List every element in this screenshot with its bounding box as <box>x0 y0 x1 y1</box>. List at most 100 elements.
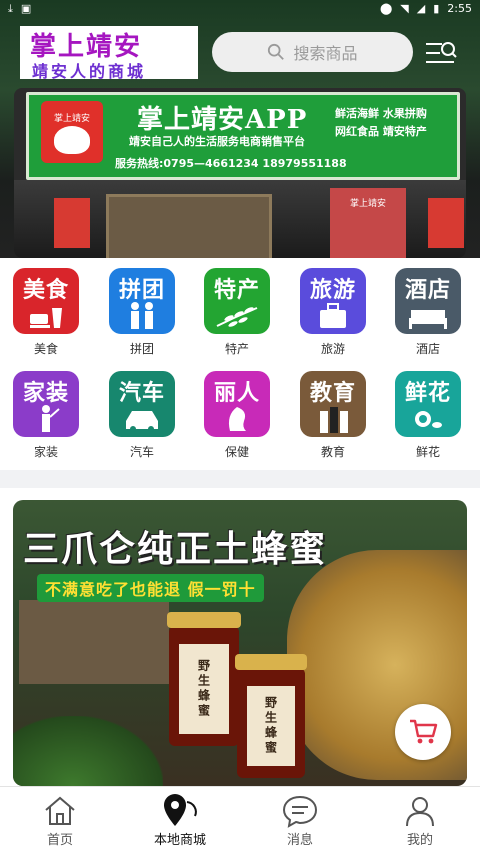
sign-phone: 服务热线:0795—4661234 18979551188 <box>115 157 347 170</box>
category-health[interactable]: 丽人 保健 <box>199 371 275 460</box>
category-tile: 教育 <box>300 371 366 437</box>
tab-label: 本地商城 <box>153 833 206 848</box>
section-divider <box>0 470 480 488</box>
category-label: 拼团 <box>129 342 154 356</box>
status-bar: ⤓ ▣ ⬤ ◥ ◢ ▮ 2:55 <box>0 0 480 18</box>
category-label: 特产 <box>224 342 249 356</box>
category-tile: 丽人 <box>204 371 270 437</box>
category-tile: 特产 <box>204 268 270 334</box>
category-tile-text: 鲜花 <box>404 381 451 406</box>
sign-tags: 鲜活海鲜 水果拼购 网红食品 靖安特产 <box>335 105 447 141</box>
jar-label: 野生蜂蜜 <box>179 644 229 734</box>
category-specialty[interactable]: 特产 特产 <box>199 268 275 357</box>
food-icon <box>13 304 79 330</box>
bed-icon <box>395 304 461 330</box>
signal-icon: ◢ <box>416 2 426 15</box>
category-label: 鲜花 <box>415 445 440 459</box>
category-grid: 美食 美食 拼团 拼团 特产 特产 旅游 旅游 酒店 酒店 家装 家装 汽车 汽… <box>0 258 480 470</box>
jar-lid <box>235 654 307 670</box>
category-home-decor[interactable]: 家装 家装 <box>8 371 84 460</box>
flower-icon <box>395 405 461 433</box>
category-tile-text: 美食 <box>22 278 69 303</box>
message-icon <box>252 793 348 829</box>
cart-button[interactable] <box>395 704 451 760</box>
category-food[interactable]: 美食 美食 <box>8 268 84 357</box>
sign-tags-line2: 网红食品 靖安特产 <box>335 125 427 138</box>
category-tile: 拼团 <box>109 268 175 334</box>
category-tile-text: 旅游 <box>309 278 356 303</box>
category-tile-text: 拼团 <box>118 278 165 303</box>
jar-label: 野生蜂蜜 <box>247 686 295 766</box>
jar-lid <box>167 612 241 628</box>
promo-slogan: 不满意吃了也能退 假一罚十 <box>37 574 264 602</box>
category-hotel[interactable]: 酒店 酒店 <box>390 268 466 357</box>
books-icon <box>300 405 366 433</box>
category-tile: 鲜花 <box>395 371 461 437</box>
bottom-tab-bar: 首页 本地商城 消息 我的 <box>0 786 480 854</box>
category-tile: 旅游 <box>300 268 366 334</box>
category-tile-text: 教育 <box>309 381 356 406</box>
category-travel[interactable]: 旅游 旅游 <box>295 268 371 357</box>
tab-home[interactable]: 首页 <box>12 793 108 848</box>
mascot-icon <box>54 125 90 154</box>
category-menu-icon[interactable] <box>424 38 458 68</box>
wifi-icon: ◥ <box>400 2 409 15</box>
store-sign: 掌上靖安 掌上靖安APP 靖安自己人的生活服务电商销售平台 服务热线:0795—… <box>26 92 460 180</box>
category-label: 家装 <box>33 445 58 459</box>
tab-mine[interactable]: 我的 <box>372 793 468 848</box>
status-time: 2:55 <box>447 2 472 15</box>
store-ad: 掌上靖安 <box>330 188 406 258</box>
woman-icon <box>204 403 270 433</box>
tab-label: 消息 <box>286 833 313 848</box>
battery-icon: ▮ <box>433 2 440 15</box>
category-label: 美食 <box>33 342 58 356</box>
category-car[interactable]: 汽车 汽车 <box>104 371 180 460</box>
category-label: 旅游 <box>320 342 345 356</box>
category-tile-text: 酒店 <box>404 278 451 303</box>
group-icon <box>109 302 175 330</box>
tab-label: 我的 <box>406 833 433 848</box>
store-photo[interactable]: 掌上靖安 掌上靖安APP 靖安自己人的生活服务电商销售平台 服务热线:0795—… <box>14 88 466 258</box>
honey-jar: 野生蜂蜜 <box>167 612 241 746</box>
wheat-icon <box>204 304 270 330</box>
category-label: 教育 <box>320 445 345 459</box>
poster <box>428 198 464 248</box>
category-flowers[interactable]: 鲜花 鲜花 <box>390 371 466 460</box>
cart-icon <box>410 719 438 744</box>
search-input[interactable]: 搜索商品 <box>212 32 413 72</box>
download-icon: ⤓ <box>8 2 13 15</box>
sign-tags-line1: 鲜活海鲜 水果拼购 <box>335 107 427 120</box>
honey-jar: 野生蜂蜜 <box>235 654 307 778</box>
image-icon: ▣ <box>20 2 32 15</box>
category-tile: 酒店 <box>395 268 461 334</box>
search-placeholder: 搜索商品 <box>293 44 358 63</box>
category-tile: 家装 <box>13 371 79 437</box>
sign-logo: 掌上靖安 <box>41 101 103 163</box>
category-group-buy[interactable]: 拼团 拼团 <box>104 268 180 357</box>
brand-logo[interactable]: 掌上靖安 靖安人的商城 <box>20 26 198 81</box>
category-education[interactable]: 教育 教育 <box>295 371 371 460</box>
sign-subtitle: 靖安自己人的生活服务电商销售平台 <box>129 135 305 148</box>
sign-title: 掌上靖安APP <box>137 105 308 135</box>
tab-local-mall[interactable]: 本地商城 <box>132 793 228 848</box>
category-tile-text: 特产 <box>213 278 260 303</box>
luggage-icon <box>300 302 366 330</box>
category-tile: 美食 <box>13 268 79 334</box>
poster <box>54 198 90 248</box>
sign-logo-text: 掌上靖安 <box>53 113 90 124</box>
category-tile: 汽车 <box>109 371 175 437</box>
car-icon <box>109 407 175 433</box>
category-label: 汽车 <box>129 445 154 459</box>
promo-headline: 三爪仑纯正土蜂蜜 <box>23 529 328 570</box>
location-icon <box>132 793 228 829</box>
tab-label: 首页 <box>46 833 73 848</box>
search-icon <box>268 43 285 60</box>
worker-icon <box>13 405 79 433</box>
storefront: 掌上靖安 <box>14 180 466 258</box>
tab-messages[interactable]: 消息 <box>252 793 348 848</box>
plant-image <box>13 716 163 786</box>
store-door <box>106 194 272 258</box>
home-icon <box>12 793 108 829</box>
user-icon <box>372 793 468 829</box>
category-label: 保健 <box>224 445 249 459</box>
